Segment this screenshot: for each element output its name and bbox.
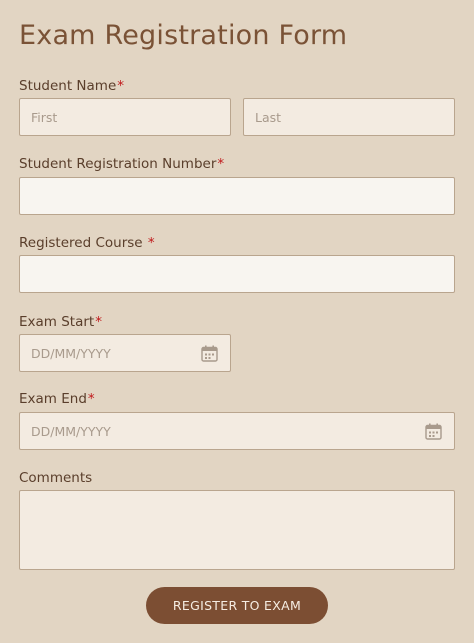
exam-start-label: Exam Start* bbox=[19, 314, 102, 330]
registered-course-input[interactable] bbox=[19, 255, 455, 293]
registration-number-input[interactable] bbox=[19, 177, 455, 215]
comments-label-text: Comments bbox=[19, 470, 93, 486]
exam-start-date-field bbox=[19, 334, 231, 372]
exam-end-label: Exam End* bbox=[19, 391, 95, 407]
form-title: Exam Registration Form bbox=[19, 20, 348, 51]
registered-course-label: Registered Course * bbox=[19, 235, 155, 251]
calendar-icon[interactable] bbox=[425, 423, 442, 440]
required-marker: * bbox=[147, 235, 155, 251]
exam-start-label-text: Exam Start bbox=[19, 314, 95, 330]
student-name-label-text: Student Name bbox=[19, 78, 117, 94]
exam-registration-page: Exam Registration Form Student Name* Stu… bbox=[0, 0, 474, 643]
required-marker: * bbox=[95, 314, 102, 330]
last-name-input[interactable] bbox=[243, 98, 455, 136]
registration-number-label: Student Registration Number* bbox=[19, 156, 224, 172]
required-marker: * bbox=[117, 78, 125, 94]
first-name-input[interactable] bbox=[19, 98, 231, 136]
comments-textarea[interactable] bbox=[19, 490, 455, 570]
required-marker: * bbox=[87, 391, 95, 407]
registered-course-label-text: Registered Course bbox=[19, 235, 147, 251]
required-marker: * bbox=[217, 156, 225, 172]
exam-start-input[interactable] bbox=[20, 335, 230, 371]
exam-end-label-text: Exam End bbox=[19, 391, 87, 407]
register-to-exam-button[interactable]: REGISTER TO EXAM bbox=[146, 587, 328, 624]
registration-number-label-text: Student Registration Number bbox=[19, 156, 217, 172]
exam-end-date-field bbox=[19, 412, 455, 450]
exam-end-input[interactable] bbox=[20, 413, 454, 449]
comments-label: Comments bbox=[19, 470, 92, 486]
calendar-icon[interactable] bbox=[201, 345, 218, 362]
student-name-label: Student Name* bbox=[19, 78, 124, 94]
